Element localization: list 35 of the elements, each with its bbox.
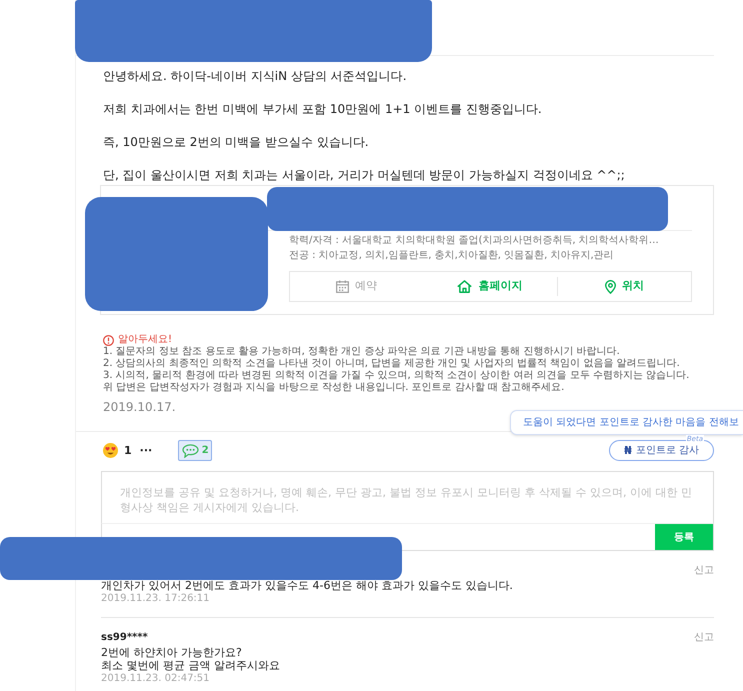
homepage-button[interactable]: 홈페이지 xyxy=(454,276,526,298)
thanks-button[interactable]: ₦ 포인트로 감사 xyxy=(609,440,714,461)
heart-eyes-emoji-icon xyxy=(103,443,118,458)
map-pin-icon xyxy=(604,280,616,294)
credentials-text: 학력/자격 : 서울대학교 치의학대학원 졸업(치과의사면허증취득, 치의학석사학위… xyxy=(289,234,659,248)
report-link[interactable]: 신고 xyxy=(694,564,714,578)
comment-button[interactable]: 2 xyxy=(178,440,212,461)
more-button[interactable]: ··· xyxy=(140,444,152,458)
notice-title: 알아두세요! xyxy=(118,334,172,346)
n-sign-icon: ₦ xyxy=(624,444,632,456)
comment-time: 2019.11.23. 02:47:51 xyxy=(101,672,210,685)
comment-time: 2019.11.23. 17:26:11 xyxy=(101,592,210,605)
comment-text: 2번에 하얀치아 가능한가요? 최소 몇번에 평균 금액 알려주시와요 xyxy=(101,646,280,672)
answer-date: 2019.10.17. xyxy=(103,399,176,415)
comment-input[interactable]: 개인정보를 공유 및 요청하거나, 명예 훼손, 무단 광고, 불법 정보 유포시 모니터링 후 삭제될 수 있으며, 이에 대한 민형사상 책임은 게시자에게 있습니다. xyxy=(101,471,714,523)
comment-text: 개인차가 있어서 2번에도 효과가 있을수도 4-6번은 해야 효과가 있을수도 있습니다. xyxy=(101,579,513,592)
house-icon xyxy=(457,280,472,293)
tooltip: 도움이 되었다면 포인트로 감사한 마음을 전해보 xyxy=(510,410,743,435)
like-count: 1 xyxy=(124,444,132,458)
calendar-icon xyxy=(336,280,350,293)
location-button[interactable]: 위치 xyxy=(602,276,647,298)
answer-paragraph: 단, 집이 울산이시면 저희 치과는 서울이라, 거리가 머실텐데 방문이 가능하실지 걱정이네요 ^^;; xyxy=(103,167,625,183)
notice-line: 1. 질문자의 정보 참조 용도로 활용 가능하며, 정확한 개인 증상 파악은 의료 기관 내방을 통해 진행하시기 바랍니다. xyxy=(103,346,620,358)
comment-author: ss99**** xyxy=(101,631,148,645)
notice-line: 위 답변은 답변작성자가 경험과 지식을 바탕으로 작성한 내용입니다. 포인트로 감사할 때 참고해주세요. xyxy=(103,382,564,394)
specialty-text: 전공 : 치아교정, 의치,임플란트, 충치,치아질환, 잇몸질환, 치아유지,관리 xyxy=(289,249,614,263)
speech-bubble-icon xyxy=(182,444,199,458)
alert-icon xyxy=(103,334,114,346)
answer-paragraph: 저희 치과에서는 한번 미백에 부가세 포함 10만원에 1+1 이벤트를 진행중입니다. xyxy=(103,101,542,117)
submit-button[interactable]: 등록 xyxy=(655,524,713,550)
answer-paragraph: 안녕하세요. 하이닥-네이버 지식iN 상담의 서준석입니다. xyxy=(103,68,407,84)
answer-paragraph: 즉, 10만원으로 2번의 미백을 받으실수 있습니다. xyxy=(103,134,369,150)
notice-line: 2. 상담의사의 최종적인 의학적 소견을 나타낸 것이 아니며, 답변을 제공한 개인 및 사업자의 법률적 책임이 없음을 알려드립니다. xyxy=(103,358,680,370)
notice-line: 3. 시의적, 물리적 환경에 따라 변경된 의학적 이견을 가질 수 있으며, 의학적 소견이 상이한 여러 의견을 모두 수렴하지는 않습니다. xyxy=(103,370,690,382)
report-link[interactable]: 신고 xyxy=(694,631,714,645)
